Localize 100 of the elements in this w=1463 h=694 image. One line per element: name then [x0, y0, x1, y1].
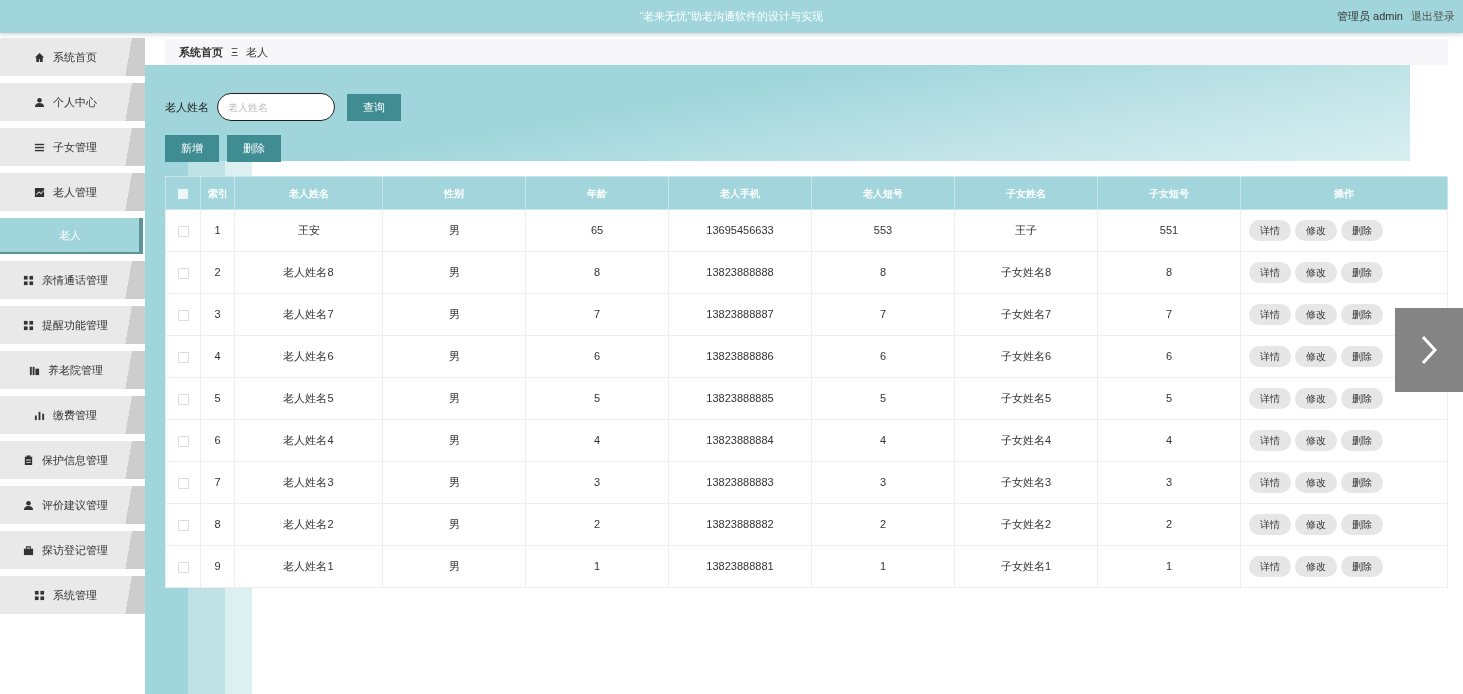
- details-button[interactable]: 详情: [1249, 556, 1291, 577]
- search-label: 老人姓名: [165, 99, 209, 115]
- row-checkbox[interactable]: [177, 435, 189, 447]
- delete-button[interactable]: 删除: [1341, 304, 1383, 325]
- row-checkbox[interactable]: [177, 351, 189, 363]
- chevron-right-icon: [1420, 334, 1438, 366]
- sidebar-item[interactable]: 提醒功能管理: [0, 306, 145, 344]
- table-cell: 男: [382, 545, 526, 588]
- table-cell: 子女姓名1: [954, 545, 1098, 588]
- delete-button[interactable]: 删除: [1341, 430, 1383, 451]
- table-cell: 1: [1097, 545, 1241, 588]
- sidebar-item[interactable]: 评价建议管理: [0, 486, 145, 524]
- table-cell: 6: [525, 335, 669, 378]
- delete-button[interactable]: 删除: [1341, 346, 1383, 367]
- column-header: 老人手机: [668, 176, 812, 210]
- table-cell: 4: [811, 419, 955, 462]
- table-cell: 8: [200, 503, 235, 546]
- person-icon: [23, 499, 34, 511]
- edit-button[interactable]: 修改: [1295, 388, 1337, 409]
- table-cell: 老人姓名7: [234, 293, 383, 336]
- row-checkbox[interactable]: [177, 309, 189, 321]
- table-cell: 王子: [954, 209, 1098, 252]
- row-checkbox[interactable]: [177, 561, 189, 573]
- table-cell: 老人姓名4: [234, 419, 383, 462]
- delete-button[interactable]: 删除: [1341, 388, 1383, 409]
- table-cell: 2: [525, 503, 669, 546]
- row-checkbox[interactable]: [177, 225, 189, 237]
- row-checkbox[interactable]: [177, 393, 189, 405]
- details-button[interactable]: 详情: [1249, 388, 1291, 409]
- edit-button[interactable]: 修改: [1295, 346, 1337, 367]
- edit-button[interactable]: 修改: [1295, 556, 1337, 577]
- delete-button[interactable]: 删除: [227, 135, 281, 162]
- sidebar-item[interactable]: 系统首页: [0, 38, 145, 76]
- table-cell: 7: [525, 293, 669, 336]
- table-cell: 男: [382, 461, 526, 504]
- edit-button[interactable]: 修改: [1295, 262, 1337, 283]
- details-button[interactable]: 详情: [1249, 220, 1291, 241]
- add-button[interactable]: 新增: [165, 135, 219, 162]
- table-cell: 9: [200, 545, 235, 588]
- details-button[interactable]: 详情: [1249, 514, 1291, 535]
- breadcrumb-link[interactable]: 系统首页: [179, 43, 223, 61]
- table-cell: 男: [382, 503, 526, 546]
- sidebar-item[interactable]: 养老院管理: [0, 351, 145, 389]
- table-cell: 6: [200, 419, 235, 462]
- table-cell: 4: [200, 335, 235, 378]
- table-cell: 13823888881: [668, 545, 812, 588]
- table-cell: 3: [811, 461, 955, 504]
- table-cell: 13695456633: [668, 209, 812, 252]
- sidebar-item[interactable]: 老人管理: [0, 173, 145, 211]
- chart-icon: [34, 186, 45, 198]
- delete-button[interactable]: 删除: [1341, 556, 1383, 577]
- table-cell: 6: [811, 335, 955, 378]
- table-cell: 8: [1097, 251, 1241, 294]
- table-cell: 男: [382, 335, 526, 378]
- bar-chart-icon: [34, 409, 45, 421]
- table-cell: 子女姓名6: [954, 335, 1098, 378]
- table-cell: 553: [811, 209, 955, 252]
- details-button[interactable]: 详情: [1249, 430, 1291, 451]
- delete-button[interactable]: 删除: [1341, 472, 1383, 493]
- table-cell: 13823888883: [668, 461, 812, 504]
- table-cell: 子女姓名5: [954, 377, 1098, 420]
- next-button[interactable]: [1395, 308, 1463, 392]
- select-all-checkbox[interactable]: [178, 188, 188, 199]
- column-header: 性别: [382, 176, 526, 210]
- table-cell: 5: [525, 377, 669, 420]
- table-cell: 2: [811, 503, 955, 546]
- table-cell: 男: [382, 293, 526, 336]
- table-cell: 2: [1097, 503, 1241, 546]
- sidebar-item[interactable]: 个人中心: [0, 83, 145, 121]
- sidebar-item[interactable]: 亲情通话管理: [0, 261, 145, 299]
- row-checkbox[interactable]: [177, 519, 189, 531]
- delete-button[interactable]: 删除: [1341, 514, 1383, 535]
- breadcrumb-separator: Ξ: [231, 44, 239, 60]
- edit-button[interactable]: 修改: [1295, 430, 1337, 451]
- sidebar-item[interactable]: 探访登记管理: [0, 531, 145, 569]
- details-button[interactable]: 详情: [1249, 262, 1291, 283]
- details-button[interactable]: 详情: [1249, 346, 1291, 367]
- delete-button[interactable]: 删除: [1341, 220, 1383, 241]
- delete-button[interactable]: 删除: [1341, 262, 1383, 283]
- sidebar-item[interactable]: 系统管理: [0, 576, 145, 614]
- grid-icon: [34, 589, 45, 601]
- table-cell: 子女姓名7: [954, 293, 1098, 336]
- edit-button[interactable]: 修改: [1295, 472, 1337, 493]
- logout-link[interactable]: 退出登录: [1411, 8, 1455, 25]
- edit-button[interactable]: 修改: [1295, 220, 1337, 241]
- edit-button[interactable]: 修改: [1295, 514, 1337, 535]
- table-cell: 3: [200, 293, 235, 336]
- app-title: “老来无忧”助老沟通软件的设计与实现: [639, 9, 824, 25]
- search-button[interactable]: 查询: [347, 93, 401, 121]
- row-checkbox[interactable]: [177, 267, 189, 279]
- search-field[interactable]: 老人姓名: [217, 93, 335, 121]
- sidebar-item[interactable]: 保护信息管理: [0, 441, 145, 479]
- grid-icon: [23, 274, 34, 286]
- sidebar-item[interactable]: 子女管理: [0, 128, 145, 166]
- edit-button[interactable]: 修改: [1295, 304, 1337, 325]
- sidebar-item[interactable]: 缴费管理: [0, 396, 145, 434]
- table-cell: 老人姓名6: [234, 335, 383, 378]
- row-checkbox[interactable]: [177, 477, 189, 489]
- details-button[interactable]: 详情: [1249, 472, 1291, 493]
- details-button[interactable]: 详情: [1249, 304, 1291, 325]
